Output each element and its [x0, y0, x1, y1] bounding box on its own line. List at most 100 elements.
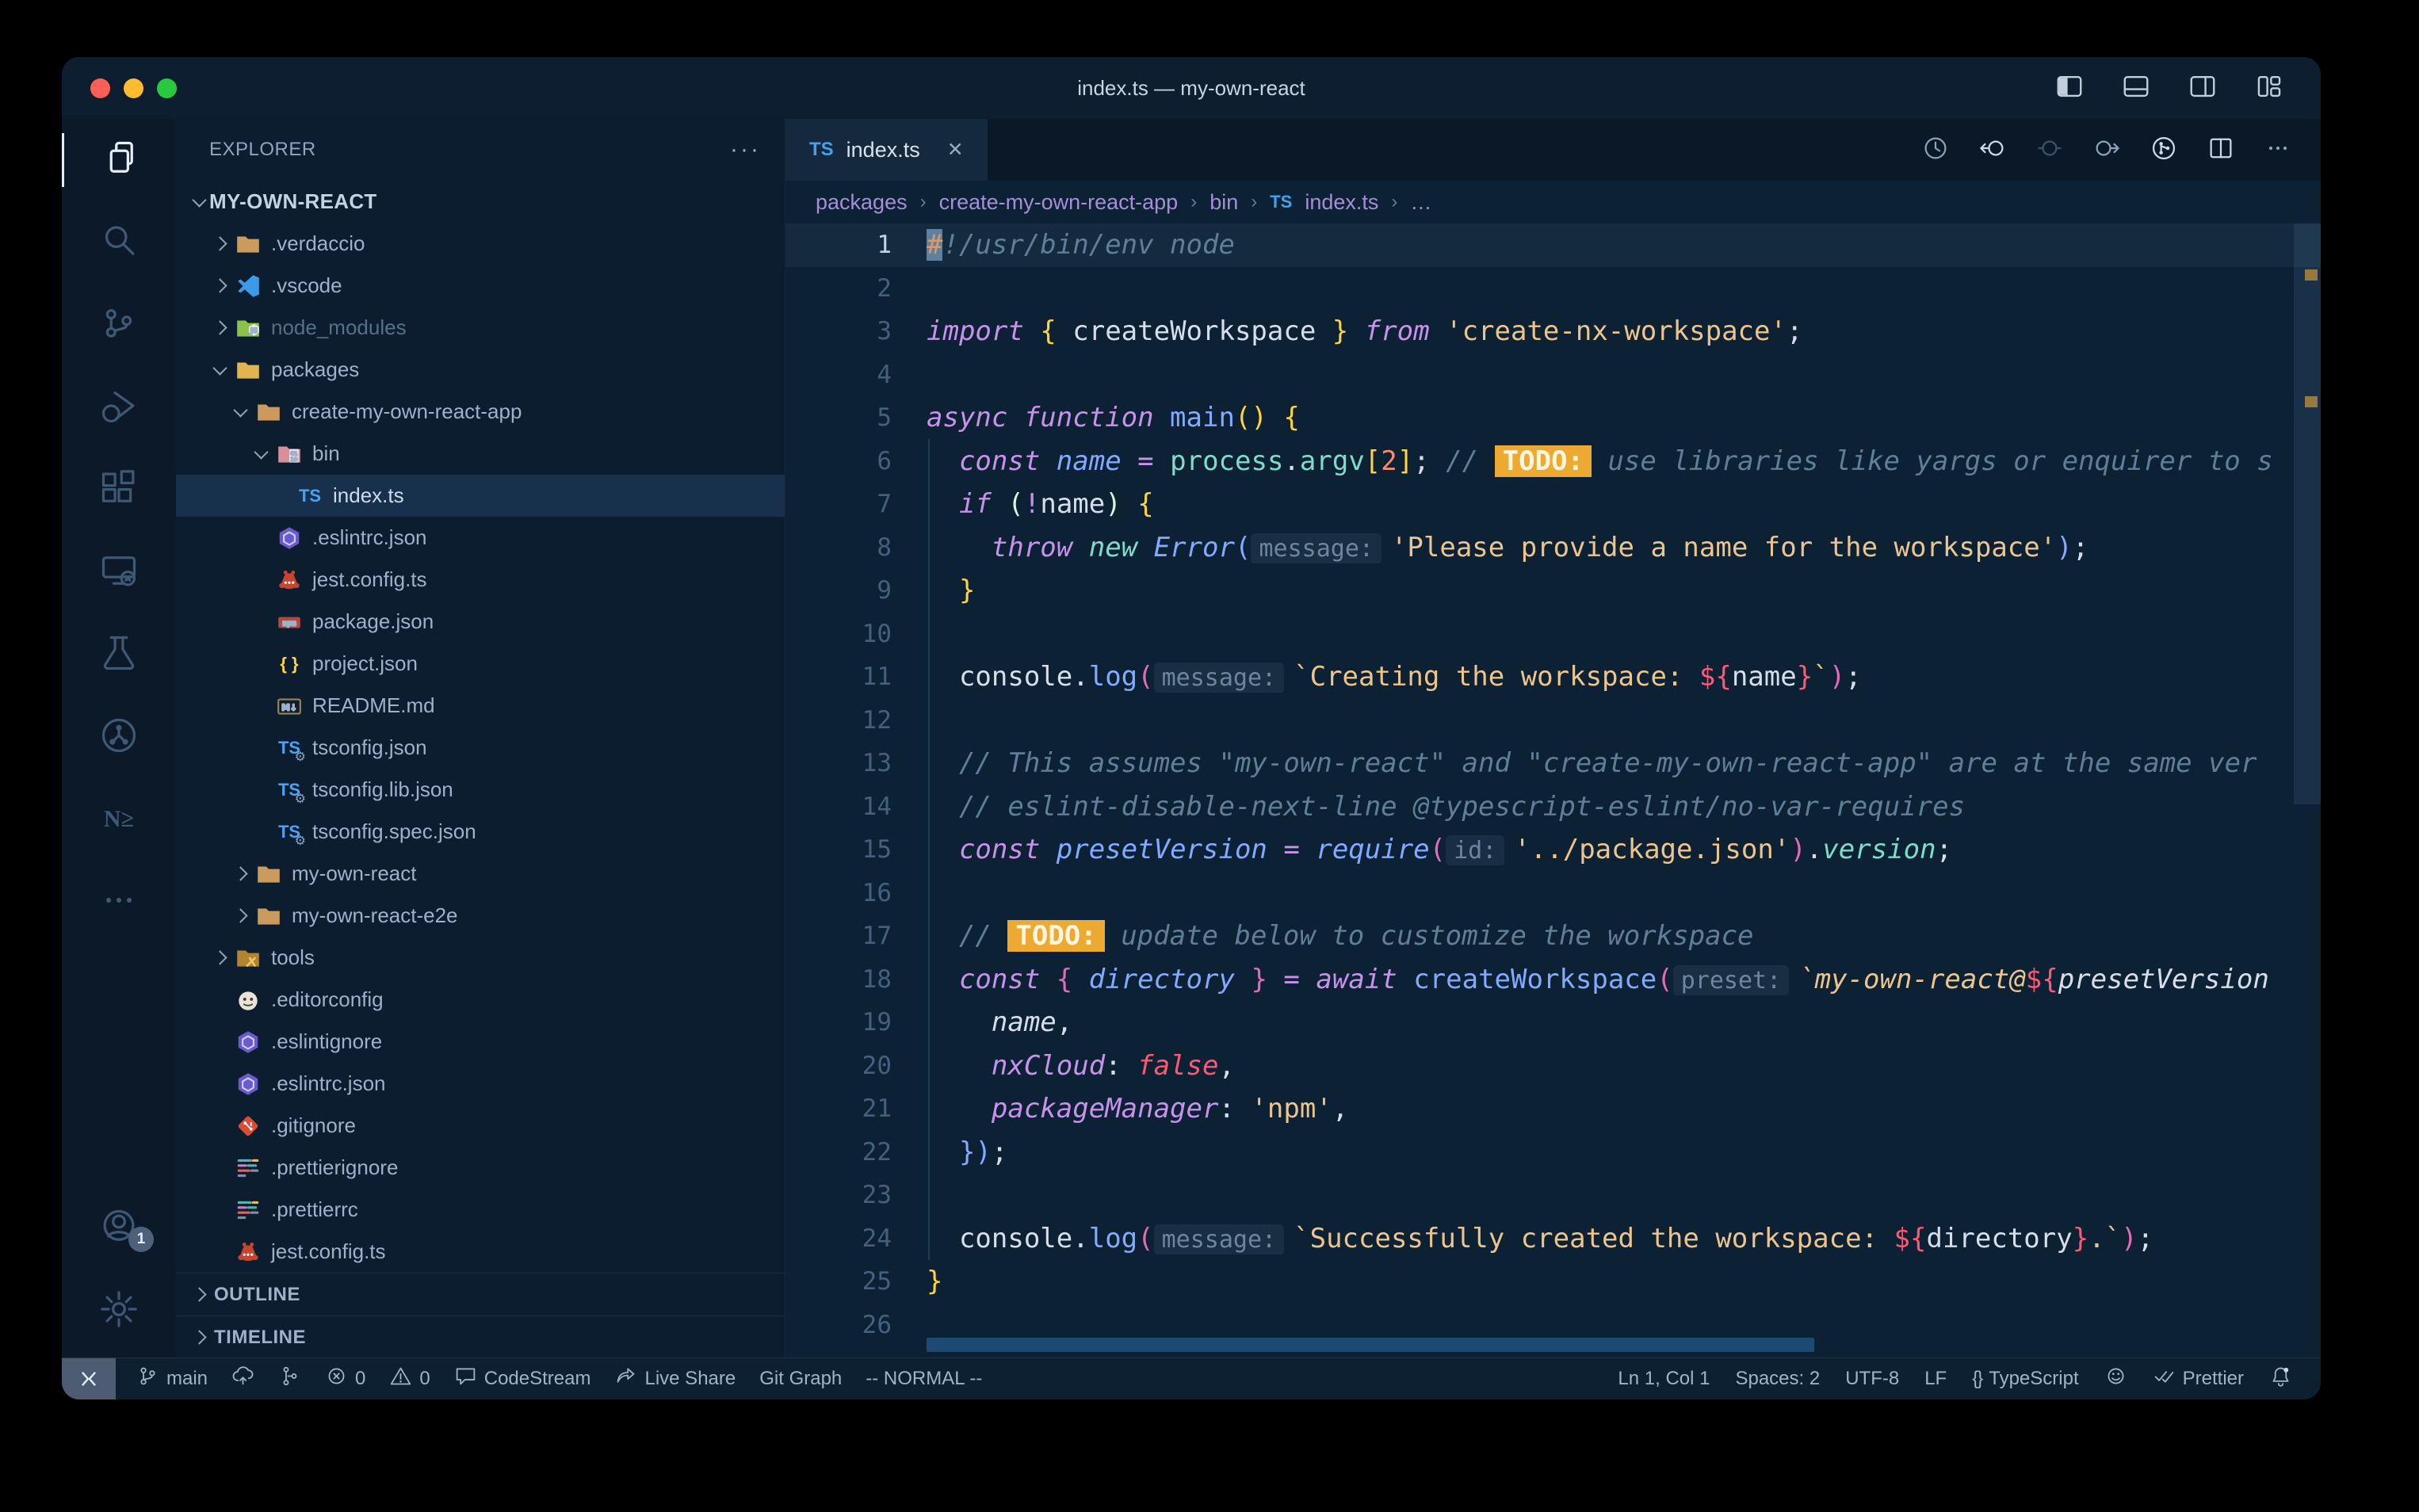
braces-icon: { }: [276, 651, 303, 678]
close-window-button[interactable]: [90, 78, 110, 98]
tree-item-label: jest.config.ts: [271, 1239, 386, 1264]
section-outline[interactable]: OUTLINE: [176, 1273, 785, 1315]
code-text: // TODO: update below to customize the w…: [920, 920, 2321, 952]
activity-project-graph[interactable]: [62, 696, 176, 778]
editor-horizontal-scrollbar[interactable]: [927, 1338, 1814, 1352]
tree-item-.prettierrc[interactable]: .prettierrc: [176, 1189, 785, 1231]
layout-grid-icon[interactable]: [2254, 71, 2284, 105]
layout-panel-icon[interactable]: [2121, 71, 2151, 105]
circle-dim-icon[interactable]: [2035, 134, 2064, 166]
layout-sidebar-right-icon[interactable]: [2188, 71, 2218, 105]
code-text: console.log(message:`Successfully create…: [920, 1223, 2321, 1254]
zoom-window-button[interactable]: [157, 78, 177, 98]
tree-item-my-own-react-e2e[interactable]: my-own-react-e2e: [176, 895, 785, 937]
tree-item-label: .vscode: [271, 273, 342, 298]
chevron-right-icon: [212, 320, 227, 334]
nav-forward-icon[interactable]: [2092, 134, 2121, 166]
breadcrumb-item[interactable]: create-my-own-react-app: [939, 190, 1179, 215]
folder-icon: [255, 399, 282, 426]
status-spaces-2[interactable]: Spaces: 2: [1735, 1368, 1820, 1390]
minimize-window-button[interactable]: [124, 78, 143, 98]
status-utf-8[interactable]: UTF-8: [1845, 1368, 1899, 1390]
status-live-share[interactable]: Live Share: [614, 1365, 736, 1393]
status-typescript[interactable]: {}TypeScript: [1972, 1368, 2078, 1390]
tree-item-create-my-own-react-app[interactable]: create-my-own-react-app: [176, 391, 785, 433]
status-ln-1-col-1[interactable]: Ln 1, Col 1: [1618, 1368, 1710, 1390]
activity-nx-console[interactable]: N≥: [62, 778, 176, 861]
tree-item-.editorconfig[interactable]: .editorconfig: [176, 979, 785, 1021]
tree-item-index.ts[interactable]: TSindex.ts: [176, 475, 785, 517]
tree-item-label: .eslintrc.json: [271, 1071, 386, 1096]
tree-item-jest.config.ts[interactable]: jest.config.ts: [176, 1231, 785, 1273]
tree-item-jest.config.ts[interactable]: jest.config.ts: [176, 559, 785, 601]
todo-overview-marker: [2305, 269, 2318, 281]
status-git-graph[interactable]: Git Graph: [759, 1368, 842, 1390]
line-number: 15: [785, 835, 920, 864]
status-prettier[interactable]: Prettier: [2153, 1365, 2244, 1393]
activity-settings-gear[interactable]: [62, 1270, 176, 1352]
activity-account[interactable]: 1: [62, 1187, 176, 1270]
status-0[interactable]: 0: [325, 1365, 365, 1393]
tree-item-.eslintrc.json[interactable]: .eslintrc.json: [176, 1063, 785, 1105]
remote-indicator[interactable]: [62, 1358, 116, 1399]
status-pipeline[interactable]: [278, 1365, 301, 1393]
activity-testing-beaker[interactable]: [62, 613, 176, 696]
activity-source-control[interactable]: [62, 284, 176, 366]
line-number: 8: [785, 533, 920, 562]
more-ellipsis-icon[interactable]: [2264, 134, 2292, 166]
breadcrumb-item[interactable]: …: [1410, 190, 1431, 215]
status-smiley[interactable]: [2104, 1365, 2127, 1393]
tree-item-tsconfig.json[interactable]: TS⚙tsconfig.json: [176, 727, 785, 769]
jest-icon: [276, 567, 303, 594]
chevron-slot: [250, 450, 271, 457]
status-codestream[interactable]: CodeStream: [454, 1365, 591, 1393]
status--normal-[interactable]: -- NORMAL --: [866, 1368, 982, 1390]
activity-search[interactable]: [62, 201, 176, 284]
tree-item-my-own-react[interactable]: my-own-react: [176, 853, 785, 895]
nav-back-icon[interactable]: [1978, 134, 2007, 166]
status-0[interactable]: 0: [389, 1365, 430, 1393]
tree-item-node_modules[interactable]: JSnode_modules: [176, 307, 785, 349]
activity-more-ellipsis[interactable]: [62, 861, 176, 943]
tree-item-packages[interactable]: packages: [176, 349, 785, 391]
code-line: 3import { createWorkspace } from 'create…: [785, 310, 2321, 353]
tree-item-.prettierignore[interactable]: .prettierignore: [176, 1147, 785, 1189]
code-editor[interactable]: 1#!/usr/bin/env node23import { createWor…: [785, 223, 2321, 1358]
breadcrumb-item[interactable]: index.ts: [1305, 190, 1378, 215]
tree-item-project.json[interactable]: { }project.json: [176, 643, 785, 685]
activity-remote-explorer[interactable]: [62, 531, 176, 613]
activity-files[interactable]: [62, 119, 176, 201]
tree-item-.gitignore[interactable]: .gitignore: [176, 1105, 785, 1147]
tree-item-tsconfig.spec.json[interactable]: TS⚙tsconfig.spec.json: [176, 811, 785, 853]
editor-vertical-scrollbar[interactable]: [2294, 223, 2321, 804]
tree-item-bin[interactable]: 0110bin: [176, 433, 785, 475]
tree-item-README.md[interactable]: M↓README.md: [176, 685, 785, 727]
tree-item-.verdaccio[interactable]: .verdaccio: [176, 223, 785, 265]
breadcrumb-item[interactable]: bin: [1210, 190, 1238, 215]
tab-index-ts[interactable]: TS index.ts ✕: [785, 119, 988, 181]
status-main[interactable]: main: [136, 1365, 208, 1393]
layout-sidebar-left-icon[interactable]: [2054, 71, 2085, 105]
activity-extensions[interactable]: [62, 449, 176, 531]
tree-item-tools[interactable]: tools: [176, 937, 785, 979]
tree-item-tsconfig.lib.json[interactable]: TS⚙tsconfig.lib.json: [176, 769, 785, 811]
split-editor-icon[interactable]: [2207, 134, 2235, 166]
close-tab-icon[interactable]: ✕: [947, 138, 964, 162]
activity-run-debug[interactable]: [62, 366, 176, 449]
tree-item-.eslintignore[interactable]: .eslintignore: [176, 1021, 785, 1063]
tree-item-package.json[interactable]: npmpackage.json: [176, 601, 785, 643]
code-line: 20 nxCloud: false,: [785, 1044, 2321, 1088]
history-clock-icon[interactable]: [1921, 134, 1950, 166]
section-timeline[interactable]: TIMELINE: [176, 1315, 785, 1358]
status-lf[interactable]: LF: [1924, 1368, 1947, 1390]
source-graph-icon[interactable]: [2150, 134, 2178, 166]
tree-item-.eslintrc.json[interactable]: .eslintrc.json: [176, 517, 785, 559]
status-bell-dot[interactable]: [2269, 1365, 2292, 1393]
tree-item-label: packages: [271, 357, 359, 382]
breadcrumb-item[interactable]: packages: [816, 190, 908, 215]
line-number: 16: [785, 879, 920, 907]
status-cloud-upload[interactable]: [231, 1365, 254, 1393]
tree-item-MY-OWN-REACT[interactable]: MY-OWN-REACT: [176, 181, 785, 223]
tree-item-.vscode[interactable]: .vscode: [176, 265, 785, 307]
explorer-more-actions-button[interactable]: ···: [730, 136, 761, 163]
